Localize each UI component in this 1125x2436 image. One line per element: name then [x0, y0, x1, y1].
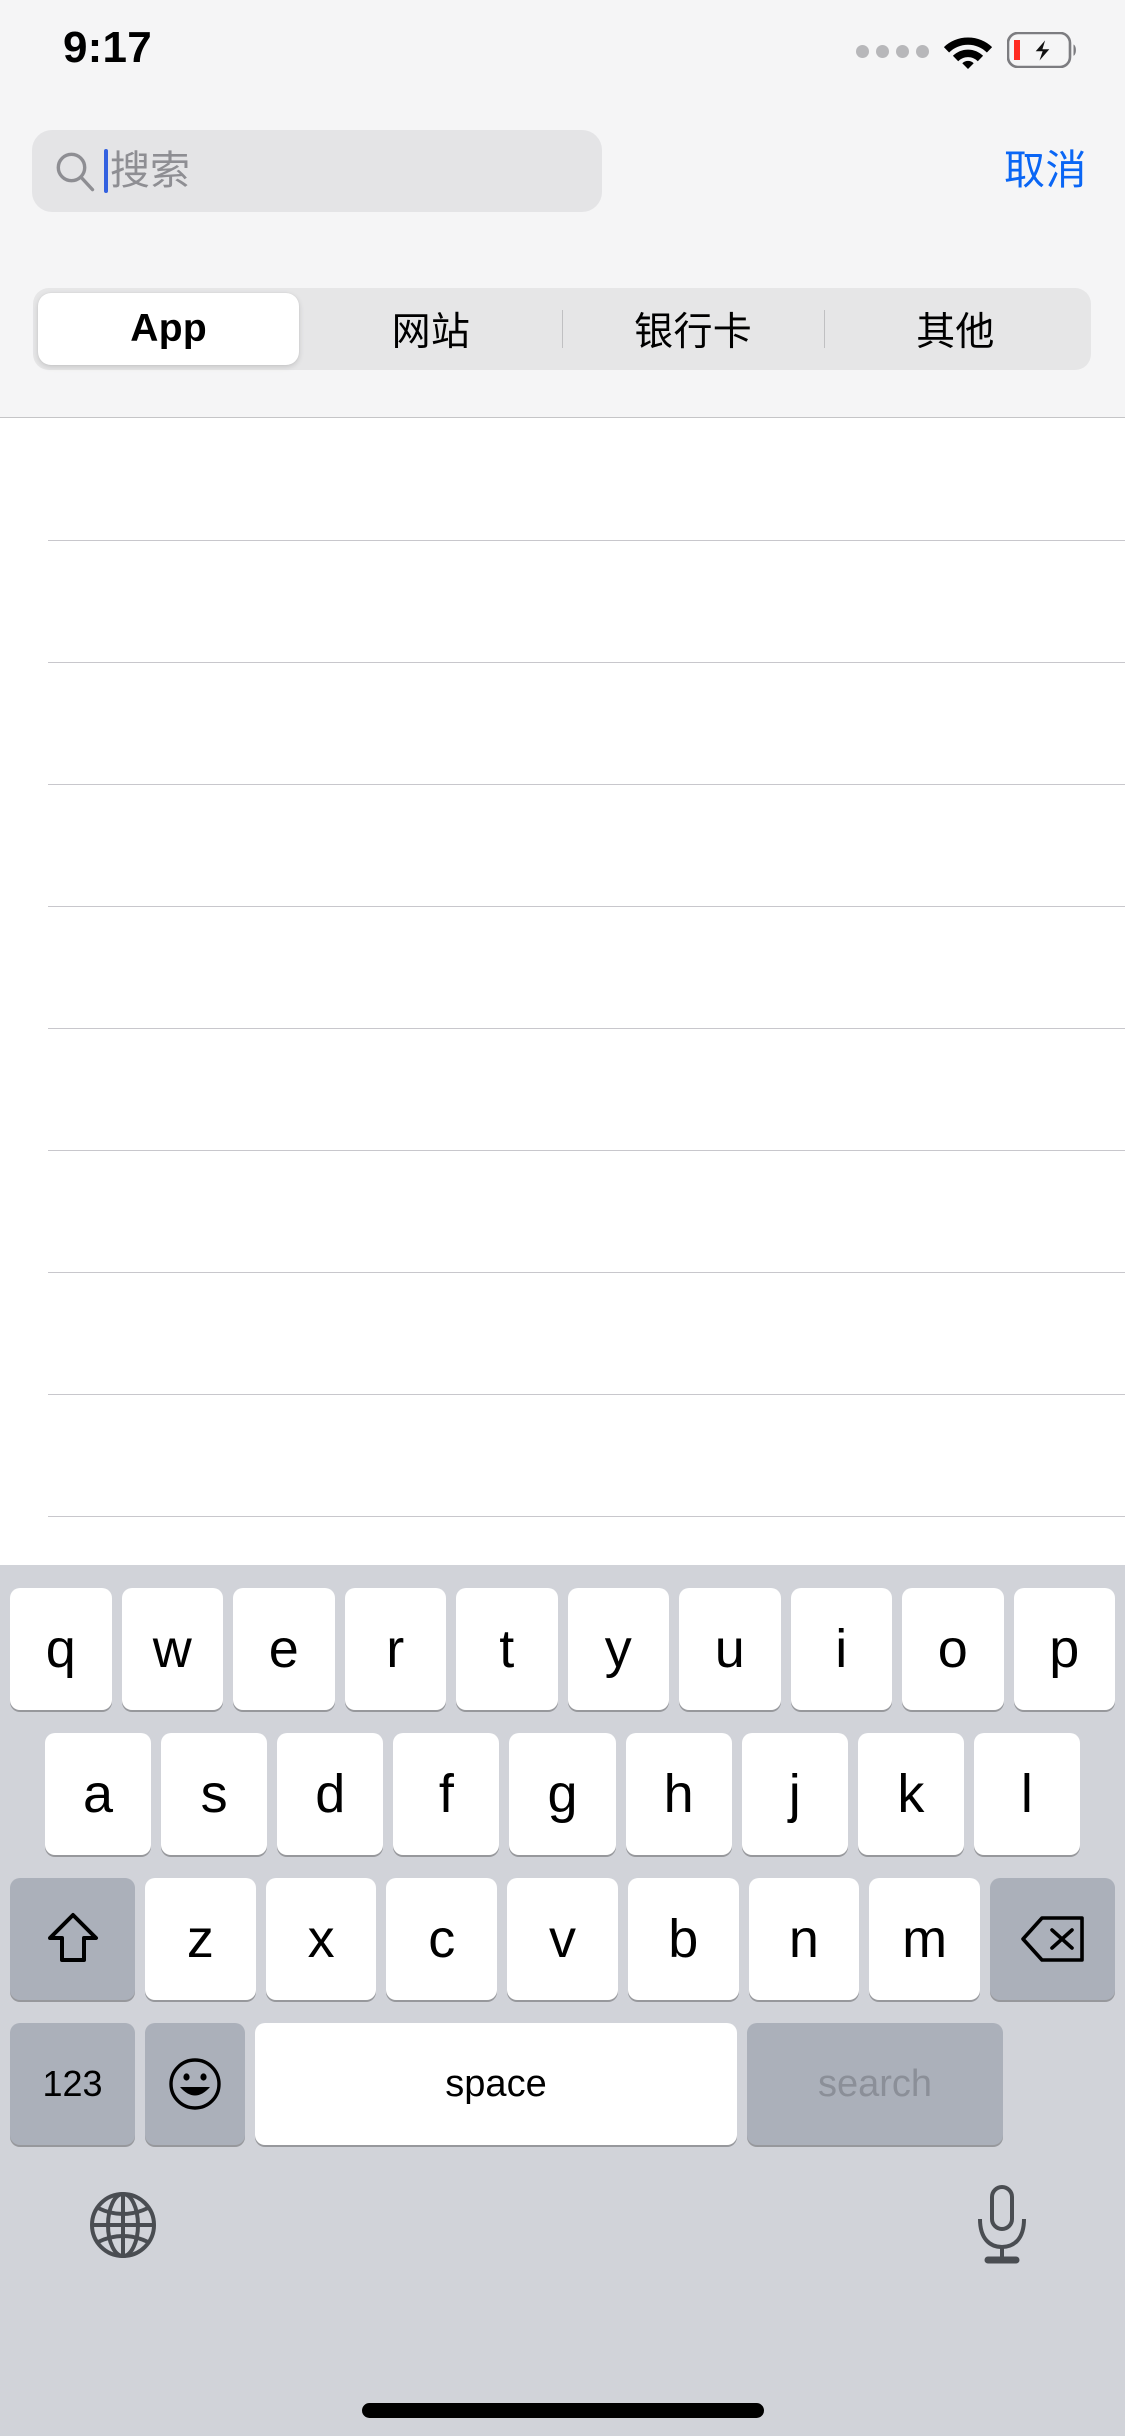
key-v[interactable]: v — [507, 1878, 618, 2000]
key-b[interactable]: b — [627, 1878, 739, 2000]
search-header: 9:17 搜索 取消 App 网站 银行卡 其他 — [0, 0, 1125, 418]
key-r[interactable]: r — [344, 1588, 446, 1710]
backspace-key[interactable] — [990, 1878, 1116, 2000]
globe-language-icon — [90, 2192, 156, 2258]
table-row[interactable] — [0, 663, 1125, 785]
search-bar-row: 搜索 取消 — [0, 130, 1125, 212]
microphone-dictation-icon — [978, 2185, 1026, 2264]
key-z[interactable]: z — [145, 1878, 256, 2000]
key-h[interactable]: h — [625, 1733, 732, 1855]
shift-arrow-icon — [47, 1913, 98, 1962]
wifi-icon — [943, 37, 993, 69]
table-row[interactable] — [0, 419, 1125, 541]
key-q[interactable]: q — [10, 1588, 112, 1710]
software-keyboard: q w e r t y u i o p a s d f g h j k l z … — [0, 1565, 1125, 2436]
key-f[interactable]: f — [393, 1733, 500, 1855]
key-c[interactable]: c — [386, 1878, 498, 2000]
keyboard-row-3: z x c v b n m — [0, 1878, 1125, 2000]
keyboard-row-1: q w e r t y u i o p — [0, 1588, 1125, 1710]
key-y[interactable]: y — [567, 1588, 669, 1710]
key-x[interactable]: x — [265, 1878, 377, 2000]
globe-key[interactable] — [78, 2180, 168, 2270]
tab-websites[interactable]: 网站 — [300, 293, 561, 365]
search-placeholder-text: 搜索 — [110, 149, 190, 193]
search-magnifier-icon — [56, 152, 95, 192]
table-row[interactable] — [0, 1395, 1125, 1517]
key-k[interactable]: k — [857, 1733, 964, 1855]
status-bar: 9:17 — [0, 0, 1125, 96]
signal-dots-icon — [856, 45, 929, 58]
key-o[interactable]: o — [902, 1588, 1004, 1710]
shift-key[interactable] — [10, 1878, 135, 2000]
tab-others[interactable]: 其他 — [825, 293, 1086, 365]
home-indicator — [361, 2403, 764, 2418]
tab-bank-cards[interactable]: 银行卡 — [563, 293, 824, 365]
text-cursor — [104, 149, 108, 193]
cancel-button[interactable]: 取消 — [1004, 144, 1087, 196]
key-n[interactable]: n — [748, 1878, 860, 2000]
key-g[interactable]: g — [509, 1733, 616, 1855]
keyboard-bottom-bar — [0, 2165, 1125, 2355]
key-e[interactable]: e — [233, 1588, 335, 1710]
table-row[interactable] — [0, 1151, 1125, 1273]
table-row[interactable] — [0, 785, 1125, 907]
table-row[interactable] — [0, 1273, 1125, 1395]
key-u[interactable]: u — [679, 1588, 781, 1710]
key-l[interactable]: l — [973, 1733, 1080, 1855]
backspace-delete-icon — [1020, 1916, 1084, 1962]
keyboard-row-4: 123 space search — [0, 2023, 1125, 2145]
search-results-list[interactable] — [0, 419, 1125, 1563]
key-t[interactable]: t — [456, 1588, 558, 1710]
dictation-key[interactable] — [957, 2180, 1047, 2270]
emoji-smiley-icon — [169, 2058, 221, 2110]
search-scope-segmented-control: App 网站 银行卡 其他 — [33, 288, 1091, 370]
key-m[interactable]: m — [869, 1878, 981, 2000]
keyboard-row-2: a s d f g h j k l — [0, 1733, 1125, 1855]
key-i[interactable]: i — [790, 1588, 892, 1710]
battery-charging-icon — [1007, 32, 1076, 68]
numbers-key[interactable]: 123 — [10, 2023, 135, 2145]
tab-app[interactable]: App — [38, 293, 300, 365]
emoji-key[interactable] — [145, 2023, 245, 2145]
search-return-key[interactable]: search — [747, 2023, 1003, 2145]
key-s[interactable]: s — [161, 1733, 268, 1855]
table-row[interactable] — [0, 1029, 1125, 1151]
key-a[interactable]: a — [45, 1733, 152, 1855]
iphone-screen: 9:17 搜索 取消 App 网站 银行卡 其他 q w e r t y u i… — [0, 0, 1125, 2436]
table-row[interactable] — [0, 907, 1125, 1029]
search-input[interactable]: 搜索 — [32, 130, 602, 212]
key-d[interactable]: d — [277, 1733, 384, 1855]
space-key[interactable]: space — [255, 2023, 737, 2145]
status-bar-time: 9:17 — [63, 23, 152, 72]
key-p[interactable]: p — [1013, 1588, 1115, 1710]
key-j[interactable]: j — [741, 1733, 848, 1855]
table-row[interactable] — [0, 541, 1125, 663]
status-bar-indicators — [856, 30, 1080, 70]
key-w[interactable]: w — [121, 1588, 223, 1710]
